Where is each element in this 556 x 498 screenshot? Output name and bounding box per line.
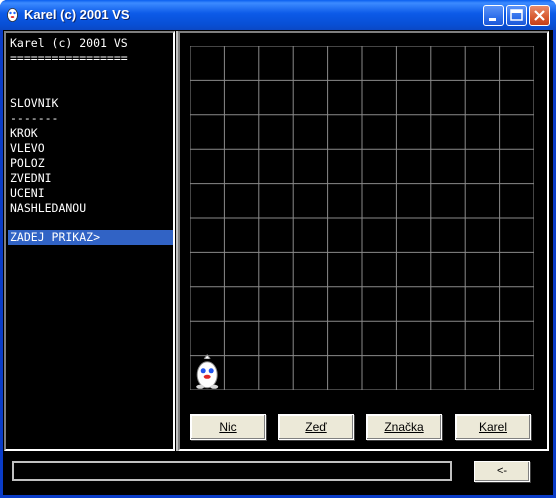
console-line: VLEVO (10, 141, 45, 155)
karel-app-icon (7, 8, 18, 22)
mark-button[interactable]: Značka (366, 414, 442, 440)
console-line: KROK (10, 126, 38, 140)
console-line: ------- (10, 111, 59, 125)
nothing-button-label: Nic (219, 420, 237, 434)
minimize-icon (489, 18, 496, 21)
mark-button-label: Značka (384, 420, 424, 434)
minimize-button[interactable] (483, 5, 504, 26)
command-prompt: ZADEJ PRIKAZ> (8, 230, 173, 245)
wall-button[interactable]: Zeď (278, 414, 354, 440)
close-button[interactable] (529, 5, 550, 26)
console-line: POLOZ (10, 156, 45, 170)
karel-robot-icon (196, 353, 219, 389)
console-line: UCENI (10, 186, 45, 200)
console-line: SLOVNIK (10, 96, 59, 110)
karel-button[interactable]: Karel (455, 414, 531, 440)
command-input[interactable] (12, 461, 452, 481)
submit-button[interactable]: <- (474, 461, 530, 482)
close-icon (534, 10, 545, 21)
karel-button-label: Karel (478, 420, 507, 434)
nothing-button[interactable]: Nic (190, 414, 266, 440)
maximize-button[interactable] (506, 5, 527, 26)
console-line: Karel (c) 2001 VS (10, 36, 128, 50)
maximize-icon (510, 9, 523, 21)
title-bar[interactable]: Karel (c) 2001 VS (0, 0, 556, 30)
console-line: ================= (10, 51, 128, 65)
console-line: NASHLEDANOU (10, 201, 87, 215)
window-title: Karel (c) 2001 VS (24, 7, 130, 22)
world-grid[interactable] (190, 46, 534, 390)
wall-button-label: Zeď (305, 420, 327, 434)
console-line: ZVEDNI (10, 171, 52, 185)
console-panel[interactable]: Karel (c) 2001 VS ================= SLOV… (4, 31, 175, 451)
